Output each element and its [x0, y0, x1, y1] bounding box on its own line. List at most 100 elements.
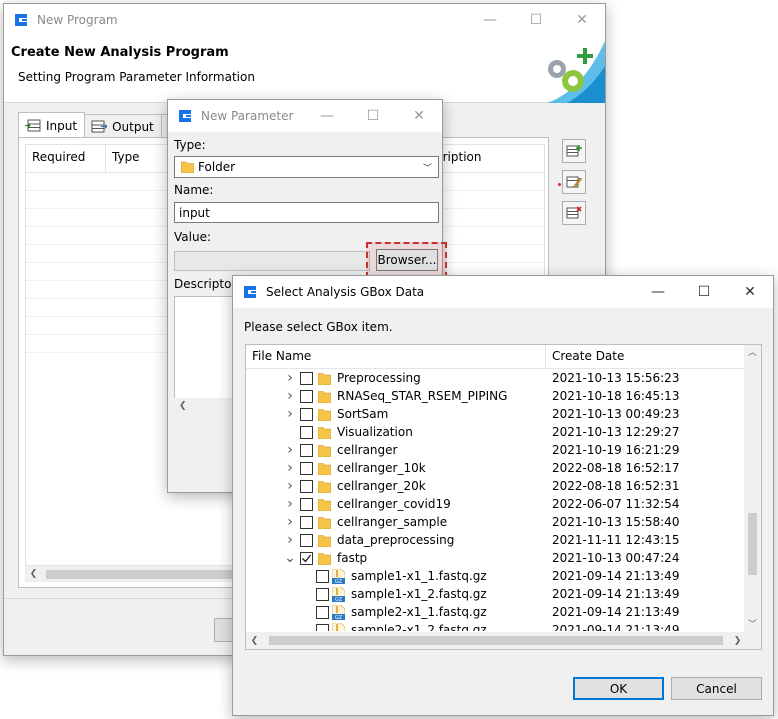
tree-folder-row[interactable]: › cellranger_20k 2022-08-18 16:52:31 — [246, 477, 746, 495]
close-button[interactable]: ✕ — [727, 276, 773, 308]
value-input — [174, 251, 370, 271]
edit-row-button[interactable] — [562, 170, 586, 194]
modified-indicator — [558, 183, 561, 186]
name-label: Name: — [174, 183, 214, 197]
row-checkbox[interactable] — [300, 533, 313, 547]
row-checkbox[interactable] — [316, 587, 329, 601]
cancel-button[interactable]: Cancel — [671, 677, 762, 700]
chevron-right-icon[interactable]: › — [284, 532, 296, 548]
chevron-right-icon[interactable]: › — [284, 370, 296, 386]
parameter-titlebar[interactable]: New Parameter — ☐ ✕ — [168, 100, 442, 132]
tree-folder-row[interactable]: › SortSam 2021-10-13 00:49:23 — [246, 405, 746, 423]
tree-folder-row[interactable]: › Preprocessing 2021-10-13 15:56:23 — [246, 369, 746, 387]
row-checkbox[interactable] — [300, 443, 313, 457]
row-date: 2021-09-14 21:13:49 — [552, 569, 680, 583]
tab-input[interactable]: Input — [18, 112, 86, 138]
svg-text:GZ: GZ — [335, 615, 343, 620]
ok-button[interactable]: OK — [573, 677, 664, 700]
type-select[interactable]: Folder ﹀ — [174, 156, 439, 178]
row-checkbox[interactable] — [300, 425, 313, 439]
tree-folder-row[interactable]: › cellranger_sample 2021-10-13 15:58:40 — [246, 513, 746, 531]
row-checkbox[interactable] — [300, 407, 313, 421]
tree-file-row[interactable]: GZ sample1-x1_2.fastq.gz 2021-09-14 21:13:… — [246, 585, 746, 603]
row-checkbox[interactable] — [300, 515, 313, 529]
tree-folder-row[interactable]: › RNASeq_STAR_RSEM_PIPING 2021-10-18 16:45… — [246, 387, 746, 405]
chevron-right-icon[interactable]: › — [284, 496, 296, 512]
row-checkbox[interactable] — [300, 551, 313, 565]
maximize-button[interactable]: ☐ — [681, 276, 727, 308]
chevron-down-icon[interactable]: ⌄ — [284, 550, 296, 566]
column-required[interactable]: Required — [26, 145, 106, 172]
row-checkbox[interactable] — [300, 479, 313, 493]
gbox-tree[interactable]: File Name Create Date › Preprocessing 2021… — [245, 344, 762, 650]
chevron-right-icon[interactable]: › — [284, 442, 296, 458]
row-checkbox[interactable] — [300, 497, 313, 511]
column-create-date[interactable]: Create Date — [546, 345, 624, 368]
tree-horizontal-scrollbar[interactable]: ❮ ❯ — [246, 632, 746, 649]
close-button[interactable]: ✕ — [559, 4, 605, 36]
tree-file-row[interactable]: GZ sample2-x1_1.fastq.gz 2021-09-14 21:13:… — [246, 603, 746, 621]
row-checkbox[interactable] — [300, 371, 313, 385]
folder-icon — [318, 552, 331, 565]
main-titlebar[interactable]: New Program — ☐ ✕ — [4, 4, 605, 36]
folder-icon — [318, 480, 331, 493]
minimize-button[interactable]: — — [467, 4, 513, 36]
close-icon: ✕ — [413, 108, 425, 124]
maximize-icon: ☐ — [529, 12, 543, 28]
row-checkbox[interactable] — [300, 461, 313, 475]
row-checkbox[interactable] — [316, 623, 329, 631]
scroll-left-icon[interactable]: ❮ — [179, 401, 187, 411]
row-checkbox[interactable] — [316, 605, 329, 619]
maximize-button[interactable]: ☐ — [350, 100, 396, 132]
scroll-up-icon[interactable]: ︿ — [748, 345, 757, 362]
chevron-right-icon[interactable]: › — [284, 478, 296, 494]
name-input[interactable]: input — [174, 202, 439, 223]
add-row-button[interactable] — [562, 139, 586, 163]
gz-file-icon: GZ — [332, 604, 345, 620]
minimize-button[interactable]: — — [304, 100, 350, 132]
row-date: 2021-09-14 21:13:49 — [552, 623, 680, 631]
select-titlebar[interactable]: Select Analysis GBox Data — ☐ ✕ — [233, 276, 773, 308]
close-button[interactable]: ✕ — [396, 100, 442, 132]
tree-folder-row[interactable]: Visualization 2021-10-13 12:29:27 — [246, 423, 746, 441]
chevron-right-icon[interactable]: › — [284, 460, 296, 476]
browse-button[interactable]: Browser... — [376, 249, 438, 271]
tree-folder-row[interactable]: › cellranger_10k 2022-08-18 16:52:17 — [246, 459, 746, 477]
row-date: 2021-10-13 00:47:24 — [552, 551, 680, 565]
scroll-thumb[interactable] — [269, 636, 723, 645]
chevron-down-icon: ﹀ — [422, 163, 432, 174]
folder-icon — [318, 516, 331, 529]
description-scrollbar[interactable]: ❮ — [174, 398, 234, 414]
tree-folder-row[interactable]: ⌄ fastp 2021-10-13 00:47:24 — [246, 549, 746, 567]
app-logo-icon — [244, 286, 256, 298]
chevron-right-icon[interactable]: › — [284, 388, 296, 404]
scroll-left-icon[interactable]: ❮ — [25, 569, 42, 579]
tab-output[interactable]: Output — [84, 114, 162, 138]
tree-folder-row[interactable]: › data_preprocessing 2021-11-11 12:43:15 — [246, 531, 746, 549]
gbox-tree-rows: › Preprocessing 2021-10-13 15:56:23 › RNASeq… — [246, 369, 746, 631]
tree-folder-row[interactable]: › cellranger_covid19 2022-06-07 11:32:54 — [246, 495, 746, 513]
main-window-title: New Program — [37, 13, 118, 27]
parameter-tabs: Input Output — [18, 112, 192, 138]
tree-vertical-scrollbar[interactable]: ︿ ﹀ — [744, 345, 761, 634]
tree-file-row[interactable]: GZ sample2-x1_2.fastq.gz 2021-09-14 21:13:… — [246, 621, 746, 631]
tree-file-row[interactable]: GZ sample1-x1_1.fastq.gz 2021-09-14 21:13:… — [246, 567, 746, 585]
row-checkbox[interactable] — [300, 389, 313, 403]
scroll-thumb[interactable] — [748, 513, 757, 575]
scroll-left-icon[interactable]: ❮ — [246, 636, 263, 646]
output-table-icon — [91, 120, 108, 133]
delete-row-button[interactable] — [562, 201, 586, 225]
maximize-button[interactable]: ☐ — [513, 4, 559, 36]
tab-input-label: Input — [46, 118, 78, 133]
wizard-subtitle: Setting Program Parameter Information — [18, 70, 255, 84]
minimize-button[interactable]: — — [635, 276, 681, 308]
svg-text:GZ: GZ — [335, 579, 343, 584]
select-dialog-title: Select Analysis GBox Data — [266, 285, 425, 299]
scroll-corner — [744, 632, 761, 649]
row-name: cellranger_20k — [337, 479, 426, 493]
tree-folder-row[interactable]: › cellranger 2021-10-19 16:21:29 — [246, 441, 746, 459]
chevron-right-icon[interactable]: › — [284, 406, 296, 422]
row-checkbox[interactable] — [316, 569, 329, 583]
column-file-name[interactable]: File Name — [246, 345, 546, 368]
chevron-right-icon[interactable]: › — [284, 514, 296, 530]
